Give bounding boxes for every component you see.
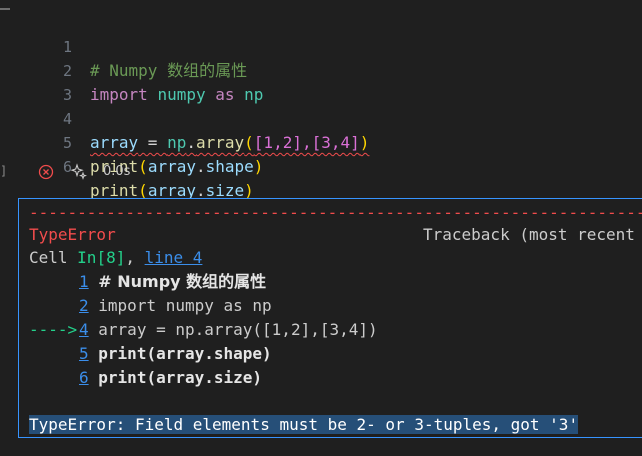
error-message-text: TypeError: Field elements must be 2- or … <box>29 415 579 434</box>
cell-status-bar: 0.0s <box>0 160 642 184</box>
traceback-code: array = np.array([1,2],[3,4]) <box>98 320 378 339</box>
traceback-line-number[interactable]: 4 <box>79 320 89 339</box>
traceback-line: 1 # Numpy 数组的属性 <box>29 270 266 293</box>
traceback-code: # Numpy 数组的属性 <box>98 272 267 291</box>
line-link[interactable]: line 4 <box>145 248 203 267</box>
traceback-code: print(array.size) <box>98 368 263 387</box>
traceback-line-number[interactable]: 5 <box>79 344 89 363</box>
traceback-line-number[interactable]: 6 <box>79 368 89 387</box>
code-line[interactable]: 6 print(array.size) <box>0 131 642 200</box>
execution-time: 0.0s <box>103 164 131 179</box>
code-cell[interactable]: 1 # Numpy 数组的属性 2 import numpy as np 3 4… <box>0 0 642 200</box>
traceback-label: Traceback (most recent call last) <box>423 225 635 244</box>
error-circle-icon[interactable] <box>38 164 54 180</box>
cell-in-ref: In[8] <box>77 248 126 267</box>
traceback-line-number[interactable]: 2 <box>79 296 89 315</box>
error-message[interactable]: TypeError: Field elements must be 2- or … <box>29 413 579 436</box>
code-line[interactable]: 3 <box>0 59 642 104</box>
comma: , <box>125 248 145 267</box>
traceback-code: print(array.shape) <box>98 344 272 363</box>
sparkle-icon[interactable] <box>70 163 88 181</box>
cell-output[interactable]: ----------------------------------------… <box>18 198 642 438</box>
traceback-line: 2 import numpy as np <box>29 294 272 317</box>
code-line[interactable]: 4 array = np.array([1,2],[3,4]) <box>0 83 642 152</box>
code-line[interactable]: 5 print(array.shape) <box>0 107 642 176</box>
traceback-separator: ----------------------------------------… <box>29 203 642 222</box>
traceback-arrow: ----> <box>29 320 78 339</box>
cell-reference: Cell In[8], line 4 <box>29 246 202 269</box>
traceback-line: 5 print(array.shape) <box>29 342 272 365</box>
error-type: TypeError <box>29 225 116 244</box>
traceback-line-number[interactable]: 1 <box>79 272 89 291</box>
cell-prefix: Cell <box>29 248 78 267</box>
traceback-code: import numpy as np <box>98 296 272 315</box>
traceback-line: ----> 4 array = np.array([1,2],[3,4]) <box>29 318 378 341</box>
code-line[interactable]: 1 # Numpy 数组的属性 <box>0 11 642 80</box>
code-line[interactable]: 2 import numpy as np <box>0 35 642 104</box>
traceback-line: 6 print(array.size) <box>29 366 262 389</box>
